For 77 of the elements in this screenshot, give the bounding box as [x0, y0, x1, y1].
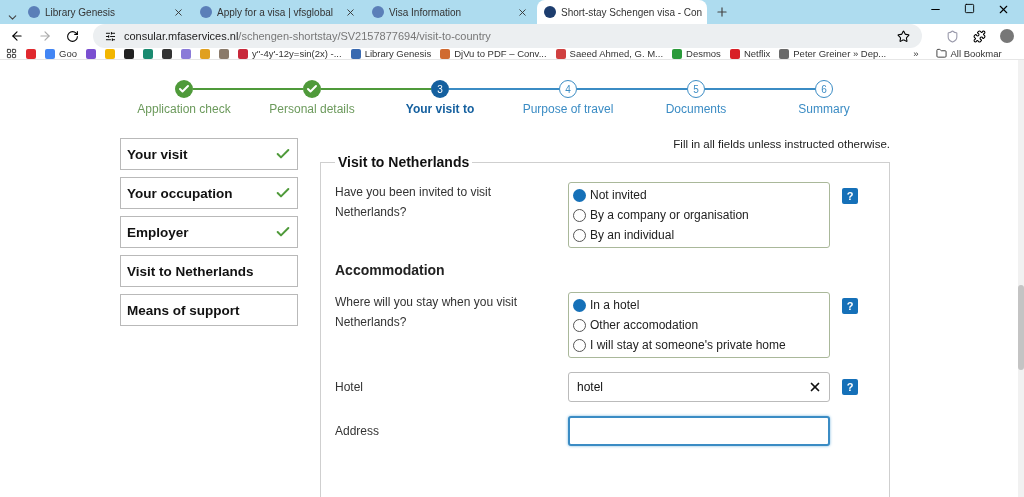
help-button[interactable]: ? [842, 379, 858, 395]
bookmark[interactable]: Goo [45, 48, 77, 59]
restore-icon[interactable] [964, 2, 975, 14]
radio-option[interactable]: By an individual [573, 225, 825, 245]
section-title: Visit to Netherlands [337, 154, 471, 170]
bookmark[interactable]: Saeed Ahmed, G. M... [555, 48, 664, 59]
apps-icon[interactable] [6, 48, 17, 59]
address-bar[interactable]: consular.mfaservices.nl/schengen-shortstay/SV2157877694/visit-to-country [93, 24, 922, 48]
instruction-text: Fill in all fields unless instructed otherwise. [673, 138, 890, 150]
sidebar-item[interactable]: Visit to Netherlands [120, 255, 298, 287]
extensions-icon[interactable] [973, 29, 986, 43]
browser-tab[interactable]: Library Genesis [21, 0, 191, 24]
radio-button[interactable] [573, 228, 586, 242]
text-field[interactable] [568, 416, 830, 446]
url-text: consular.mfaservices.nl/schengen-shortstay/SV2157877694/visit-to-country [124, 30, 491, 42]
question-label: Address [335, 423, 381, 440]
favicon-icon [544, 6, 556, 18]
close-icon[interactable] [173, 6, 184, 18]
reload-icon[interactable] [66, 29, 79, 43]
radio-option[interactable]: Other accomodation [573, 315, 825, 335]
browser-tab[interactable]: Short-stay Schengen visa - Con [537, 0, 707, 24]
close-icon[interactable] [517, 6, 528, 18]
help-button[interactable]: ? [842, 188, 858, 204]
help-button[interactable]: ? [842, 298, 858, 314]
step-indicator[interactable] [175, 80, 193, 98]
radio-button[interactable] [573, 208, 586, 222]
section-heading: Accommodation [335, 262, 446, 278]
sidebar-item[interactable]: Means of support [120, 294, 298, 326]
step-label[interactable]: Documents [665, 102, 727, 116]
new-tab-icon[interactable] [715, 5, 729, 19]
question-label: Where will you stay when you visit Netherlands? [335, 294, 519, 331]
radio-button[interactable] [573, 298, 586, 312]
sidebar-item[interactable]: Your visit [120, 138, 298, 170]
step-label[interactable]: Purpose of travel [522, 102, 614, 116]
step-indicator[interactable]: 6 [815, 80, 833, 98]
bookmark-icon[interactable] [123, 48, 134, 59]
favicon-icon [28, 6, 40, 18]
browser-tab[interactable]: Visa Information [365, 0, 535, 24]
bookmark[interactable]: Library Genesis [350, 48, 432, 59]
step-label[interactable]: Your visit to [405, 102, 475, 116]
bookmark[interactable]: Netflix [729, 48, 771, 59]
favicon-icon [200, 6, 212, 18]
question-label: Hotel [335, 379, 364, 396]
sidebar-item[interactable]: Employer [120, 216, 298, 248]
step-indicator[interactable]: 3 [431, 80, 449, 98]
bookmark-icon[interactable] [161, 48, 172, 59]
scrollbar-thumb[interactable] [1018, 285, 1024, 370]
bookmark[interactable]: Peter Greiner » Dep... [779, 48, 887, 59]
step-label[interactable]: Summary [798, 102, 850, 116]
all-bookmarks[interactable]: All Bookmar [935, 48, 1002, 59]
close-icon[interactable] [345, 6, 356, 18]
step-indicator[interactable]: 4 [559, 80, 577, 98]
site-info-icon[interactable] [105, 30, 116, 42]
back-icon[interactable] [10, 29, 24, 43]
bookmark[interactable]: DjVu to PDF – Conv... [440, 48, 547, 59]
radio-option[interactable]: I will stay at someone's private home [573, 335, 825, 355]
step-indicator[interactable]: 5 [687, 80, 705, 98]
bookmark-star-icon[interactable] [897, 29, 910, 43]
radio-option[interactable]: In a hotel [573, 295, 825, 315]
bookmark[interactable]: y''-4y'-12y=sin(2x) -... [237, 48, 342, 59]
favicon-icon [372, 6, 384, 18]
radio-option[interactable]: By a company or organisation [573, 205, 825, 225]
radio-button[interactable] [573, 338, 586, 352]
radio-button[interactable] [573, 188, 586, 202]
step-indicator[interactable] [303, 80, 321, 98]
text-field[interactable]: hotel [568, 372, 830, 402]
sidebar-item[interactable]: Your occupation [120, 177, 298, 209]
browser-tab[interactable]: Apply for a visa | vfsglobal [193, 0, 363, 24]
shield-icon[interactable] [946, 29, 959, 43]
bookmark[interactable]: Desmos [672, 48, 721, 59]
radio-button[interactable] [573, 318, 586, 332]
more-bookmarks[interactable]: » [913, 48, 919, 59]
clear-icon[interactable] [808, 380, 822, 394]
folder-icon [935, 48, 947, 59]
radio-option[interactable]: Not invited [573, 185, 825, 205]
question-label: Have you been invited to visit Netherlands? [335, 184, 493, 221]
avatar-icon[interactable] [1000, 29, 1014, 43]
